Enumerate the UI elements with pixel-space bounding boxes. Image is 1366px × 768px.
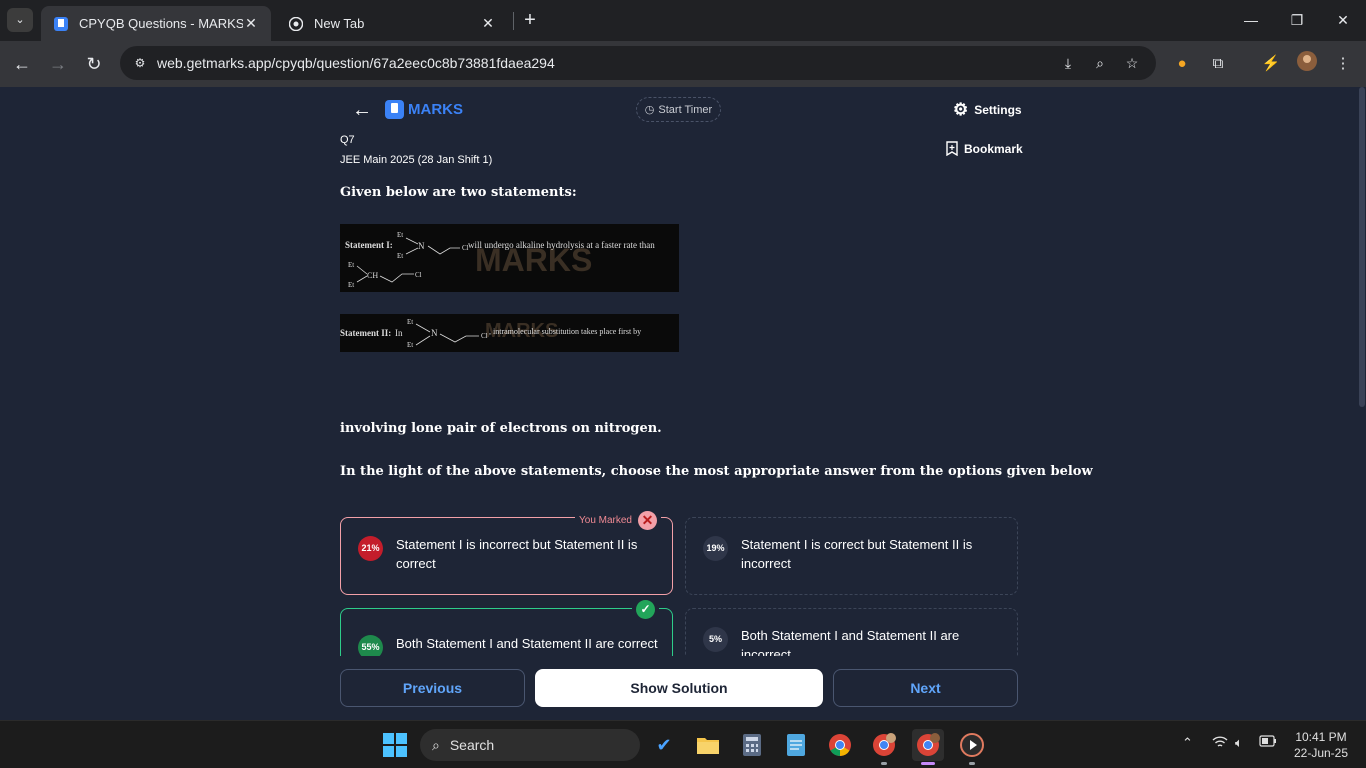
install-app-icon[interactable]: ⤓ — [1058, 53, 1078, 73]
wifi-icon[interactable] — [1212, 735, 1228, 752]
show-hidden-icons-icon[interactable]: ⌃ — [1182, 735, 1193, 751]
new-tab-button[interactable]: + — [520, 10, 540, 30]
question-intro: Given below are two statements: — [340, 185, 577, 200]
previous-button[interactable]: Previous — [340, 669, 525, 707]
option-text: Statement I is incorrect but Statement I… — [396, 537, 638, 571]
footer-bar: Previous Show Solution Next — [0, 656, 1358, 720]
tab-title: CPYQB Questions - MARKS App — [79, 16, 243, 31]
tab-search-button[interactable]: ⌄ — [7, 8, 33, 32]
bookmark-label: Bookmark — [964, 141, 1023, 156]
battery-icon[interactable] — [1259, 735, 1277, 750]
chrome-app-icon[interactable] — [824, 729, 856, 761]
clock-time: 10:41 PM — [1295, 730, 1347, 744]
bookmark-icon — [946, 141, 958, 156]
windows-start-icon[interactable] — [383, 733, 407, 757]
molecule-structure — [415, 323, 479, 346]
molecule-structure — [356, 237, 460, 283]
settings-label: Settings — [974, 103, 1022, 117]
restore-button[interactable]: ❐ — [1277, 8, 1317, 32]
task-view-icon[interactable]: ✔ — [648, 729, 680, 761]
statement-2-image: MARKS Statement II: In Et N Et Cl , intr… — [340, 314, 679, 352]
extension-icon[interactable]: ● — [1169, 51, 1195, 77]
windows-taskbar: ⌕ Search ✔ ⌃ 🔈︎ 10:41 PM 22-Jun-25 — [0, 720, 1366, 768]
calculator-icon[interactable] — [736, 729, 768, 761]
show-solution-button[interactable]: Show Solution — [535, 669, 823, 707]
tab-title: New Tab — [314, 16, 365, 31]
question-instruction: In the light of the above statements, ch… — [340, 464, 1093, 479]
forward-arrow-icon[interactable]: → — [45, 51, 71, 77]
bookmark-button[interactable]: Bookmark — [946, 141, 1023, 156]
chrome-icon — [288, 16, 304, 32]
running-indicator — [969, 762, 975, 765]
tab-new-tab[interactable]: New Tab ✕ — [276, 6, 508, 41]
option-percent: 21% — [358, 536, 383, 561]
close-window-button[interactable]: ✕ — [1323, 8, 1363, 32]
scroll-thumb[interactable] — [1359, 87, 1365, 407]
statement-1-image: MARKS Statement I: Et N Et Cl will under… — [340, 224, 679, 292]
running-indicator — [881, 762, 887, 765]
wrong-x-icon: ✕ — [638, 511, 657, 530]
puzzle-extensions-icon[interactable]: ⧉ — [1205, 51, 1231, 77]
option-percent: 5% — [703, 627, 728, 652]
url-text[interactable]: web.getmarks.app/cpyqb/question/67a2eec0… — [157, 55, 555, 71]
taskbar-search[interactable]: ⌕ Search — [420, 729, 640, 761]
file-explorer-icon[interactable] — [692, 729, 724, 761]
media-player-icon[interactable] — [956, 729, 988, 765]
option-percent: 19% — [703, 536, 728, 561]
clock-icon: ◷ — [644, 104, 655, 116]
you-marked-badge: You Marked ✕ — [575, 511, 661, 530]
question-continuation: involving lone pair of electrons on nitr… — [340, 421, 662, 436]
browser-toolbar: ← → ↻ ⚙ web.getmarks.app/cpyqb/question/… — [0, 41, 1366, 87]
marks-favicon-icon — [53, 16, 69, 32]
search-label: Search — [449, 737, 495, 753]
chrome-active-icon[interactable] — [912, 729, 944, 765]
system-clock[interactable]: 10:41 PM 22-Jun-25 — [1290, 729, 1352, 761]
next-button[interactable]: Next — [833, 669, 1018, 707]
reload-icon[interactable]: ↻ — [81, 51, 107, 77]
volume-icon[interactable]: 🔈︎ — [1235, 735, 1243, 751]
close-icon[interactable]: ✕ — [480, 15, 496, 32]
search-icon: ⌕ — [432, 736, 440, 753]
option-2[interactable]: 19% Statement I is correct but Statement… — [685, 517, 1018, 595]
tab-cpyqb[interactable]: CPYQB Questions - MARKS App ✕ — [41, 6, 271, 41]
gear-icon: ⚙ — [953, 100, 969, 119]
option-text: Both Statement I and Statement II are co… — [396, 636, 658, 651]
performance-icon[interactable]: ⚡ — [1258, 51, 1284, 77]
exam-label: JEE Main 2025 (28 Jan Shift 1) — [340, 154, 493, 166]
you-marked-label: You Marked — [579, 515, 632, 526]
close-icon[interactable]: ✕ — [243, 15, 259, 32]
page-content: ← MARKS ◷ Start Timer ⚙ Settings Q7 JEE … — [0, 87, 1358, 720]
option-text: Statement I is correct but Statement II … — [741, 537, 973, 571]
settings-button[interactable]: ⚙ Settings — [953, 100, 1022, 120]
zoom-icon[interactable]: ⌕ — [1090, 53, 1110, 73]
logo-text: MARKS — [408, 101, 463, 118]
clock-date: 22-Jun-25 — [1293, 746, 1349, 760]
chrome-profile-icon[interactable] — [868, 729, 900, 765]
site-info-icon[interactable]: ⚙ — [130, 53, 150, 73]
tab-divider — [513, 12, 514, 30]
minimize-button[interactable]: — — [1231, 8, 1271, 32]
notepad-icon[interactable] — [780, 729, 812, 761]
browser-tab-strip: ⌄ CPYQB Questions - MARKS App ✕ New Tab … — [0, 0, 1366, 41]
more-menu-icon[interactable]: ⋮ — [1330, 51, 1356, 77]
question-number: Q7 — [340, 134, 355, 146]
page-scrollbar[interactable] — [1358, 87, 1366, 720]
start-timer-button[interactable]: ◷ Start Timer — [636, 97, 721, 122]
profile-avatar[interactable] — [1294, 51, 1320, 77]
correct-check-icon: ✓ — [632, 598, 659, 620]
back-arrow-icon[interactable]: ← — [9, 51, 35, 77]
back-arrow-icon[interactable]: ← — [352, 99, 374, 121]
running-indicator — [921, 762, 935, 765]
bookmark-star-icon[interactable]: ☆ — [1122, 53, 1142, 73]
timer-label: Start Timer — [658, 103, 713, 116]
address-bar[interactable]: ⚙ web.getmarks.app/cpyqb/question/67a2ee… — [120, 46, 1156, 80]
marks-logo-icon — [385, 100, 404, 119]
